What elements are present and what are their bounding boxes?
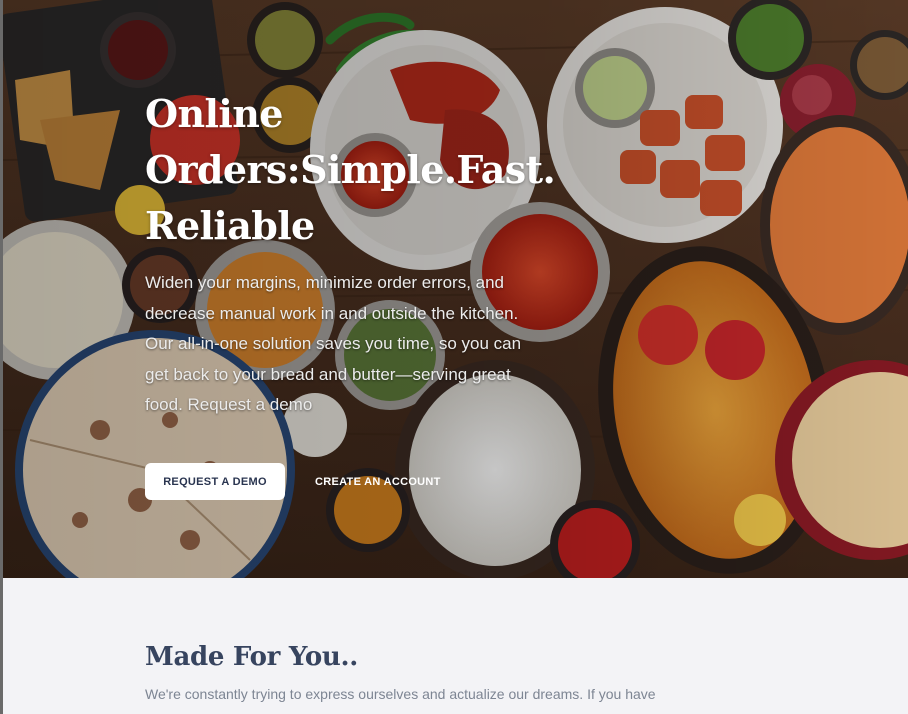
create-account-button[interactable]: CREATE AN ACCOUNT — [315, 463, 441, 500]
section-text: We're constantly trying to express ourse… — [145, 686, 656, 702]
request-demo-button[interactable]: REQUEST A DEMO — [145, 463, 285, 500]
window-edge — [0, 0, 3, 714]
hero-description: Widen your margins, minimize order error… — [145, 273, 522, 414]
page: Online Orders:Simple.Fast. Reliable Wide… — [0, 0, 908, 714]
hero-content: Online Orders:Simple.Fast. Reliable Wide… — [145, 86, 585, 421]
hero-title: Online Orders:Simple.Fast. Reliable — [145, 86, 585, 254]
hero-cta-row: REQUEST A DEMO CREATE AN ACCOUNT — [145, 463, 441, 500]
hero-title-line: Online — [145, 91, 283, 136]
made-for-you-section: Made For You.. We're constantly trying t… — [0, 578, 908, 714]
hero-title-line: Orders:Simple.Fast. — [145, 147, 556, 192]
hero-banner: Online Orders:Simple.Fast. Reliable Wide… — [0, 0, 908, 578]
hero-title-line: Reliable — [145, 203, 315, 248]
section-title: Made For You.. — [145, 642, 358, 672]
